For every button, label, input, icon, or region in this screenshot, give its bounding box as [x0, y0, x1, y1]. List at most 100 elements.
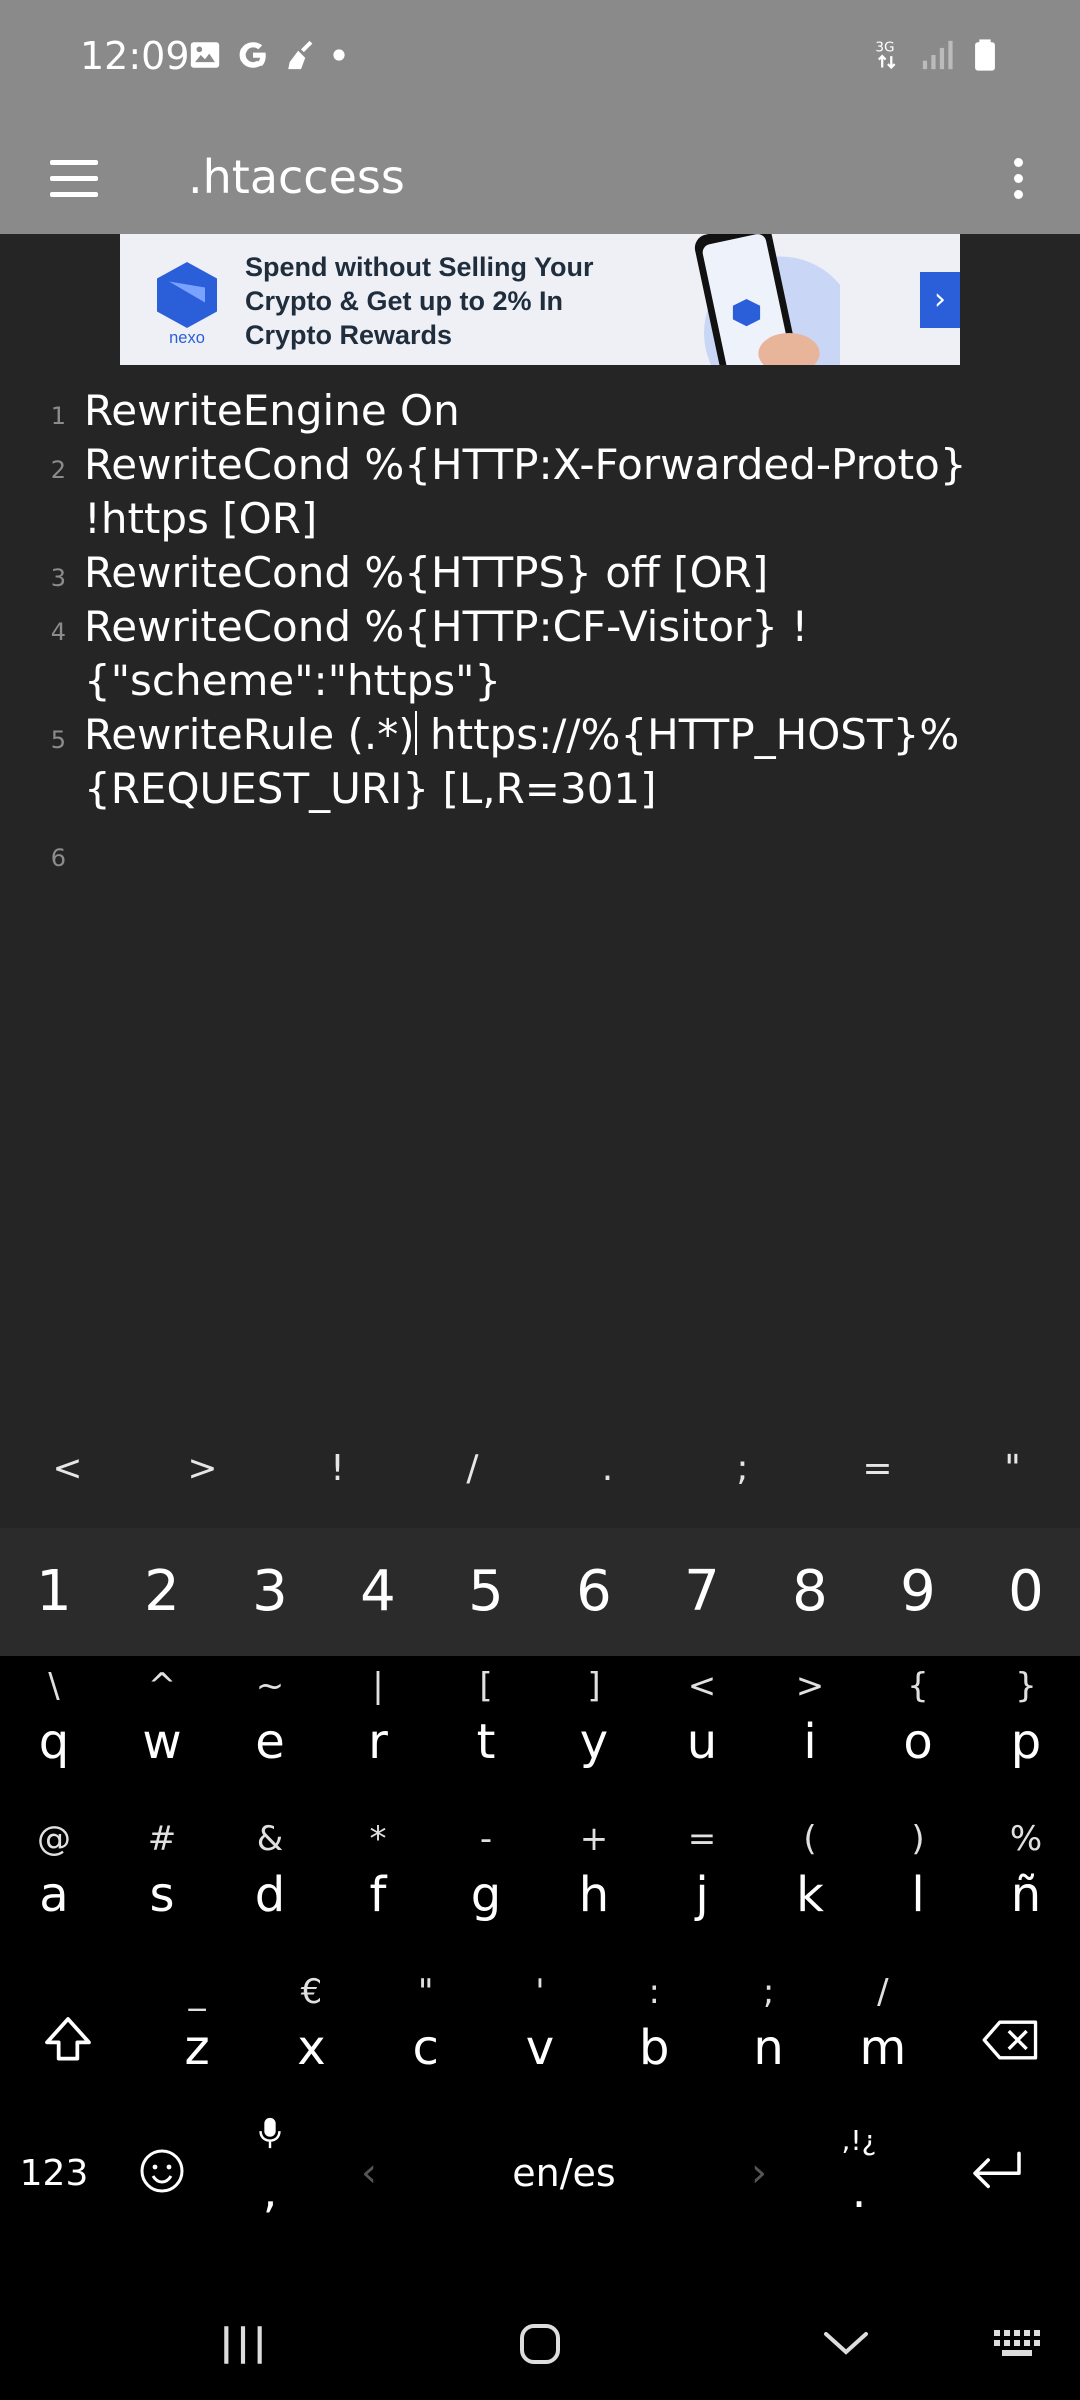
key-d[interactable]: & d	[216, 1809, 324, 1962]
shift-key[interactable]	[0, 1962, 140, 2115]
hamburger-menu-icon[interactable]	[42, 146, 106, 210]
key-7[interactable]: 7	[648, 1528, 756, 1656]
key-n-tilde[interactable]: % ñ	[972, 1809, 1080, 1962]
cursor-right-icon[interactable]: ›	[714, 2150, 804, 2196]
dot-icon	[333, 49, 345, 61]
key-x[interactable]: € x	[254, 1962, 368, 2115]
line-text[interactable]: RewriteEngine On	[84, 384, 1044, 438]
key-v[interactable]: ' v	[483, 1962, 597, 2115]
line-text[interactable]: RewriteRule (.*) https://%{HTTP_HOST}%{R…	[84, 708, 1044, 816]
key-5[interactable]: 5	[432, 1528, 540, 1656]
key-alt: :	[648, 1972, 660, 2012]
code-editor[interactable]: 1 RewriteEngine On 2 RewriteCond %{HTTP:…	[0, 384, 1080, 872]
key-c[interactable]: " c	[369, 1962, 483, 2115]
key-alt: =	[687, 1819, 717, 1859]
symbol-key-less-than[interactable]: <	[0, 1410, 135, 1528]
key-a[interactable]: @ a	[0, 1809, 108, 1962]
symbol-key-equals[interactable]: =	[810, 1410, 945, 1528]
comma-key[interactable]: ,	[216, 2108, 324, 2238]
key-main: j	[695, 1867, 709, 1923]
key-alt: |	[372, 1666, 384, 1706]
code-line: 5 RewriteRule (.*) https://%{HTTP_HOST}%…	[0, 708, 1080, 816]
backspace-key[interactable]	[940, 1962, 1080, 2115]
key-q[interactable]: \ q	[0, 1656, 108, 1809]
status-bar: 12:09 3G	[0, 0, 1080, 122]
key-n[interactable]: ; n	[711, 1962, 825, 2115]
symbol-key-greater-than[interactable]: >	[135, 1410, 270, 1528]
key-u[interactable]: < u	[648, 1656, 756, 1809]
home-icon[interactable]	[516, 2320, 564, 2368]
key-f[interactable]: * f	[324, 1809, 432, 1962]
line-number: 5	[50, 726, 66, 754]
key-main: t	[476, 1714, 496, 1770]
key-i[interactable]: > i	[756, 1656, 864, 1809]
key-main: g	[470, 1867, 502, 1923]
key-l[interactable]: ) l	[864, 1809, 972, 1962]
key-main: c	[412, 2020, 439, 2076]
key-2[interactable]: 2	[108, 1528, 216, 1656]
key-s[interactable]: # s	[108, 1809, 216, 1962]
editor-area[interactable]: nexo Spend without Selling Your Crypto &…	[0, 234, 1080, 1410]
symbol-key-quote[interactable]: "	[945, 1410, 1080, 1528]
key-h[interactable]: + h	[540, 1809, 648, 1962]
key-k[interactable]: (k	[756, 1809, 864, 1962]
key-p[interactable]: } p	[972, 1656, 1080, 1809]
ad-arrow-button[interactable]: ›	[920, 272, 960, 328]
text-cursor	[414, 711, 417, 755]
key-b[interactable]: :b	[597, 1962, 711, 2115]
key-o[interactable]: {o	[864, 1656, 972, 1809]
key-w[interactable]: ^ w	[108, 1656, 216, 1809]
ad-banner[interactable]: nexo Spend without Selling Your Crypto &…	[120, 234, 960, 365]
key-g[interactable]: -g	[432, 1809, 540, 1962]
recent-apps-icon[interactable]	[218, 2322, 268, 2368]
key-0[interactable]: 0	[972, 1528, 1080, 1656]
symbol-key-slash[interactable]: /	[405, 1410, 540, 1528]
key-alt: ;	[762, 1972, 775, 2012]
key-9[interactable]: 9	[864, 1528, 972, 1656]
key-main: o	[903, 1714, 933, 1770]
key-alt: }	[1015, 1666, 1037, 1706]
key-e[interactable]: ~ e	[216, 1656, 324, 1809]
symbol-key-semicolon[interactable]: ;	[675, 1410, 810, 1528]
keyboard-toggle-icon[interactable]	[990, 2326, 1046, 2362]
key-main: r	[368, 1714, 388, 1770]
key-main: d	[254, 1867, 286, 1923]
key-main: e	[255, 1714, 285, 1770]
key-y[interactable]: ] y	[540, 1656, 648, 1809]
more-vert-icon[interactable]	[986, 146, 1050, 210]
space-key[interactable]: en/es	[414, 2151, 714, 2195]
key-m[interactable]: / m	[826, 1962, 940, 2115]
key-main: v	[525, 2020, 555, 2076]
key-main: q	[38, 1714, 70, 1770]
key-alt: )	[911, 1819, 925, 1859]
key-6[interactable]: 6	[540, 1528, 648, 1656]
enter-key[interactable]	[914, 2149, 1080, 2197]
key-8[interactable]: 8	[756, 1528, 864, 1656]
symbol-key-exclamation[interactable]: !	[270, 1410, 405, 1528]
symbol-key-period[interactable]: .	[540, 1410, 675, 1528]
key-row-zxcv: _ z € x " c ' v :b ; n / m	[0, 1962, 1080, 2115]
key-z[interactable]: _ z	[140, 1962, 254, 2115]
key-t[interactable]: [t	[432, 1656, 540, 1809]
key-main: n	[753, 2020, 784, 2076]
key-1[interactable]: 1	[0, 1528, 108, 1656]
line-text[interactable]: RewriteCond %{HTTPS} off [OR]	[84, 546, 1044, 600]
back-icon[interactable]	[822, 2326, 870, 2362]
key-main: ñ	[1010, 1867, 1042, 1923]
period-key[interactable]: ,!¿ .	[804, 2108, 914, 2238]
key-alt: \	[48, 1666, 60, 1706]
numbers-key[interactable]: 123	[0, 2153, 108, 2194]
line-text[interactable]: RewriteCond %{HTTP:CF-Visitor} !{"scheme…	[84, 600, 1044, 708]
key-4[interactable]: 4	[324, 1528, 432, 1656]
key-main: p	[1010, 1714, 1042, 1770]
navigation-bar	[0, 2290, 1080, 2400]
key-3[interactable]: 3	[216, 1528, 324, 1656]
emoji-key[interactable]	[108, 2147, 216, 2199]
cursor-left-icon[interactable]: ‹	[324, 2150, 414, 2196]
key-r[interactable]: | r	[324, 1656, 432, 1809]
broom-icon	[288, 40, 313, 70]
line-text[interactable]: RewriteCond %{HTTP:X-Forwarded-Proto} !h…	[84, 438, 1044, 546]
key-j[interactable]: = j	[648, 1809, 756, 1962]
key-main: k	[796, 1867, 824, 1923]
line-number: 2	[50, 456, 66, 484]
